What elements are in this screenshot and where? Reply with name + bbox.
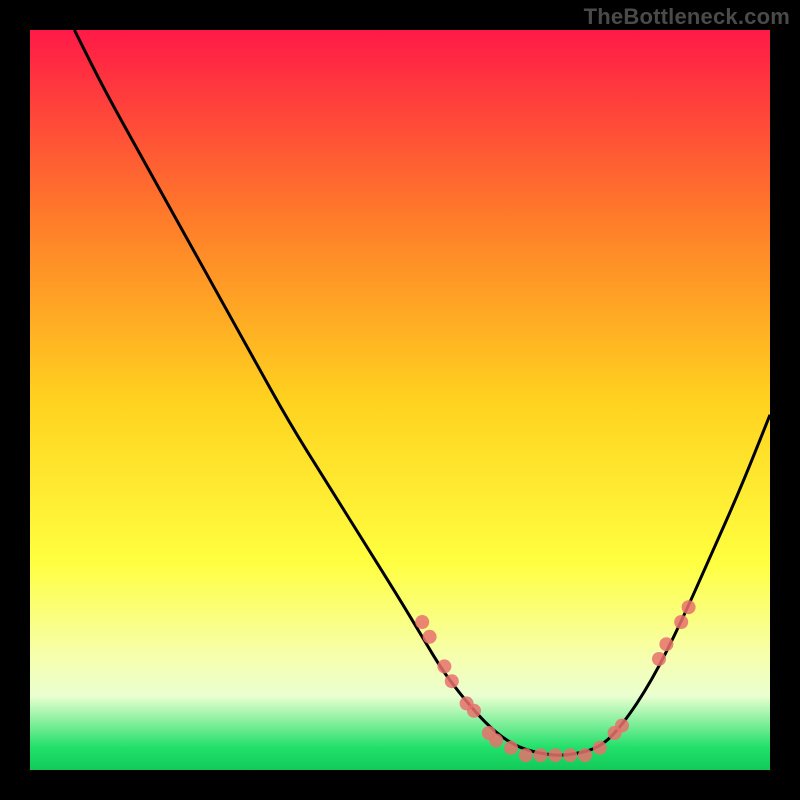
data-point: [548, 748, 562, 762]
data-point: [682, 600, 696, 614]
data-point: [593, 741, 607, 755]
data-point: [415, 615, 429, 629]
data-point: [674, 615, 688, 629]
data-point: [437, 659, 451, 673]
data-point: [519, 748, 533, 762]
data-point: [423, 630, 437, 644]
data-point: [578, 748, 592, 762]
watermark-text: TheBottleneck.com: [584, 4, 790, 30]
data-point: [489, 733, 503, 747]
data-point: [659, 637, 673, 651]
data-point: [467, 704, 481, 718]
data-point: [504, 741, 518, 755]
data-point: [615, 719, 629, 733]
data-point: [563, 748, 577, 762]
data-point: [534, 748, 548, 762]
bottleneck-chart: [0, 0, 800, 800]
chart-frame: TheBottleneck.com: [0, 0, 800, 800]
data-point: [445, 674, 459, 688]
data-point: [652, 652, 666, 666]
